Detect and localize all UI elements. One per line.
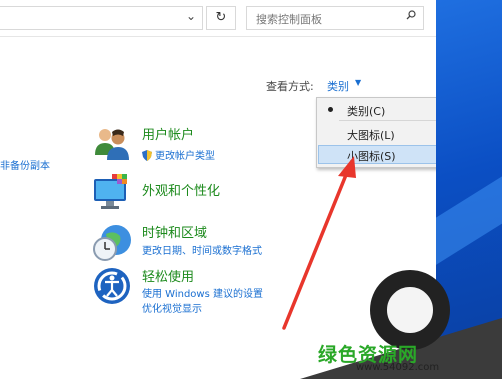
control-panel-window: ⌄ ↻ 搜索控制面板 查看方式: 类别 ▼ 非备份副本 用户帐户 更改帐户类型 … [0, 0, 436, 379]
watermark-logo-icon [370, 270, 450, 350]
light-ray [436, 150, 502, 270]
annotation-arrow-icon [282, 156, 356, 330]
watermark-url: www.54092.com [356, 362, 440, 373]
